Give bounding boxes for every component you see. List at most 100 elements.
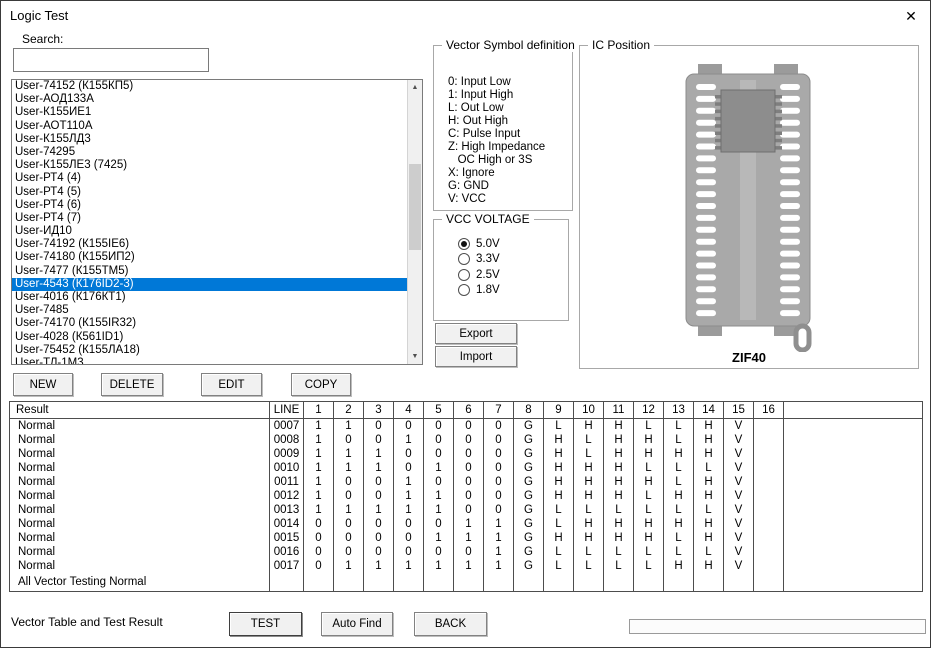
pin-cell: [633, 572, 664, 592]
radio-icon[interactable]: [458, 268, 470, 281]
vector-symbol-line: C: Pulse Input: [448, 128, 521, 140]
pin-cell: 0: [303, 558, 334, 573]
list-item[interactable]: User-К155ИЕ1: [12, 106, 407, 119]
pin-cell: 0: [363, 544, 394, 559]
pin-cell: [303, 572, 334, 592]
list-item[interactable]: User-РТ4 (4): [12, 172, 407, 185]
list-scrollbar[interactable]: ▲ ▼: [407, 80, 422, 364]
pin-cell: H: [663, 446, 694, 461]
list-item[interactable]: User-ТЛ-1М3: [12, 357, 407, 364]
back-button[interactable]: BACK: [414, 612, 487, 636]
pin-cell: V: [723, 516, 754, 531]
vcc-option-2.5V[interactable]: 2.5V: [458, 267, 564, 283]
auto-find-button[interactable]: Auto Find: [321, 612, 393, 636]
pin-cell: V: [723, 558, 754, 573]
table-row: Normal 0008 1 0 0 1 0 0 0 G H L H H L H V: [9, 432, 923, 447]
list-item[interactable]: User-4543 (К176ID2-3): [12, 277, 407, 291]
list-item[interactable]: User-РТ4 (5): [12, 186, 407, 199]
close-button[interactable]: ✕: [899, 5, 923, 27]
pin-cell: G: [513, 446, 544, 461]
pin-cell: V: [723, 460, 754, 475]
list-item[interactable]: User-74152 (К155КП5): [12, 80, 407, 93]
pin-cell: G: [513, 516, 544, 531]
list-item[interactable]: User-7477 (К155ТМ5): [12, 265, 407, 278]
line-header: LINE: [269, 401, 304, 419]
pin-cell: L: [633, 460, 664, 475]
pin-cell: H: [693, 488, 724, 503]
scroll-up-icon[interactable]: ▲: [408, 80, 422, 95]
test-button[interactable]: TEST: [229, 612, 302, 636]
pin-cell: H: [633, 432, 664, 447]
new-button[interactable]: NEW: [13, 373, 73, 396]
pin-cell: 0: [333, 544, 364, 559]
result-cell: Normal: [9, 502, 270, 517]
vcc-option-1.8V[interactable]: 1.8V: [458, 283, 564, 299]
list-item[interactable]: User-74295: [12, 146, 407, 159]
pin-cell: H: [693, 516, 724, 531]
list-item[interactable]: User-75452 (К155ЛА18): [12, 344, 407, 357]
search-input[interactable]: [13, 48, 209, 72]
result-header: Result: [9, 401, 270, 419]
ic-position-group: IC Position ZIF40: [579, 38, 919, 369]
zif-socket-label: ZIF40: [732, 350, 766, 365]
pin-header: 9: [543, 401, 574, 419]
vcc-voltage-options: 5.0V 3.3V 2.5V 1.8V: [458, 236, 564, 298]
pin-header: 15: [723, 401, 754, 419]
radio-icon[interactable]: [458, 253, 470, 266]
list-item[interactable]: User-К155ЛЕ3 (7425): [12, 159, 407, 172]
result-cell: Normal: [9, 460, 270, 475]
pin-cell: L: [663, 418, 694, 433]
list-item[interactable]: User-АОД133А: [12, 93, 407, 106]
scroll-thumb[interactable]: [409, 164, 421, 250]
export-button[interactable]: Export: [435, 323, 517, 344]
pin-cell: L: [603, 558, 634, 573]
radio-label: 3.3V: [476, 253, 500, 266]
list-item[interactable]: User-РТ4 (7): [12, 212, 407, 225]
pin-cell: L: [693, 460, 724, 475]
pin-header: 3: [363, 401, 394, 419]
vcc-option-3.3V[interactable]: 3.3V: [458, 252, 564, 268]
line-cell: 0008: [269, 432, 304, 447]
edit-button[interactable]: EDIT: [201, 373, 262, 396]
pin-cell: L: [663, 474, 694, 489]
radio-icon[interactable]: [458, 237, 470, 250]
scroll-down-icon[interactable]: ▼: [408, 349, 422, 364]
pin-cell: 0: [453, 432, 484, 447]
vector-symbol-line: V: VCC: [448, 193, 486, 205]
table-row: Normal 0009 1 1 1 0 0 0 0 G H L H H H H V: [9, 446, 923, 461]
result-cell: Normal: [9, 488, 270, 503]
list-item[interactable]: User-АОТ110А: [12, 120, 407, 133]
vector-symbol-line: G: GND: [448, 180, 489, 192]
pin-header: 13: [663, 401, 694, 419]
pin-cell: 1: [303, 488, 334, 503]
pin-cell: [693, 572, 724, 592]
device-list[interactable]: ▲ ▼ User-74152 (К155КП5) User-АОД133А User…: [11, 79, 423, 365]
pin-cell: 1: [333, 446, 364, 461]
list-item[interactable]: User-74192 (К155IE6): [12, 238, 407, 251]
pin-cell: 1: [393, 502, 424, 517]
list-item[interactable]: User-ИД10: [12, 225, 407, 238]
pin-cell: L: [603, 502, 634, 517]
pin-cell: H: [633, 474, 664, 489]
pin-cell: 0: [363, 530, 394, 545]
list-item[interactable]: User-74170 (К155IR32): [12, 317, 407, 330]
vcc-option-5.0V[interactable]: 5.0V: [458, 236, 564, 252]
radio-icon[interactable]: [458, 284, 470, 297]
list-item[interactable]: User-4028 (К561ID1): [12, 331, 407, 344]
list-item[interactable]: User-74180 (К155ИП2): [12, 251, 407, 264]
import-button[interactable]: Import: [435, 346, 517, 367]
pin-cell: H: [573, 516, 604, 531]
pin-cell: [393, 572, 424, 592]
list-item[interactable]: User-4016 (К176КТ1): [12, 291, 407, 304]
pin-cell: 0: [483, 474, 514, 489]
pin-cell: H: [543, 432, 574, 447]
delete-button[interactable]: DELETE: [101, 373, 163, 396]
list-item[interactable]: User-К155ЛД3: [12, 133, 407, 146]
copy-button[interactable]: COPY: [291, 373, 351, 396]
pin-cell: H: [693, 446, 724, 461]
table-row: Normal 0017 0 1 1 1 1 1 1 G L L L L H H V: [9, 558, 923, 573]
list-item[interactable]: User-7485: [12, 304, 407, 317]
pin-cell: 1: [393, 558, 424, 573]
pin-cell: 1: [393, 488, 424, 503]
list-item[interactable]: User-РТ4 (6): [12, 199, 407, 212]
